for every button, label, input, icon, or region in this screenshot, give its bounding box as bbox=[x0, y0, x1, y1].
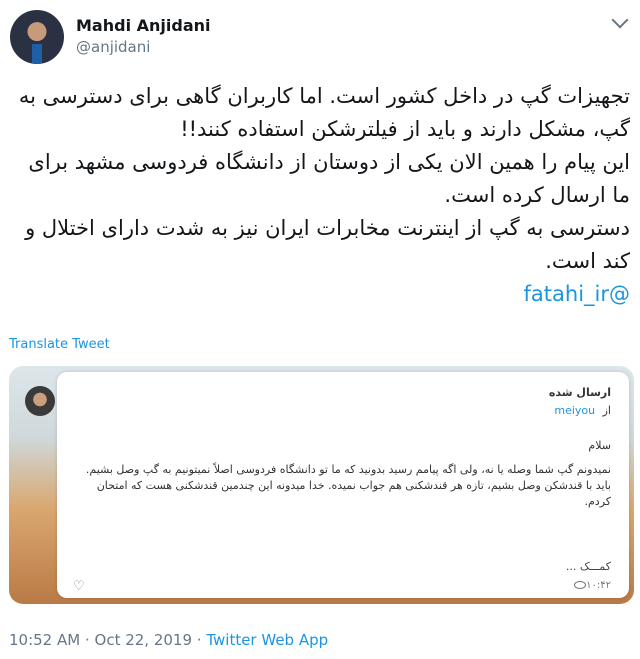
author-name[interactable]: Mahdi Anjidani bbox=[76, 16, 210, 35]
translate-tweet-link[interactable]: Translate Tweet bbox=[9, 337, 110, 352]
author-avatar[interactable] bbox=[10, 10, 64, 64]
source-link[interactable]: Twitter Web App bbox=[206, 631, 328, 649]
tweet-line: دسترسی به گپ از اینترنت مخابرات ایران نی… bbox=[25, 216, 630, 273]
tweet-meta: 10:52 AM · Oct 22, 2019 · Twitter Web Ap… bbox=[9, 631, 328, 649]
eye-icon bbox=[574, 581, 587, 589]
heart-icon: ♡ bbox=[73, 579, 85, 594]
message-time: ۱۰:۴۲ bbox=[570, 580, 611, 591]
message-body: سلام نمیدونم گپ شما وصله یا نه، ولی اگه … bbox=[81, 438, 611, 510]
from-user: meiyou bbox=[554, 404, 596, 417]
author-handle[interactable]: @anjidani bbox=[76, 38, 150, 56]
tweet-image[interactable]: ارسال شده از meiyou سلام نمیدونم گپ شما … bbox=[9, 366, 634, 604]
tweet-date[interactable]: Oct 22, 2019 bbox=[95, 631, 193, 649]
tweet-line: این پیام را همین الان یکی از دوستان از د… bbox=[28, 150, 630, 207]
tweet-line: تجهیزات گپ در داخل کشور است. اما کاربران… bbox=[18, 84, 630, 141]
separator: · bbox=[192, 631, 207, 649]
profile-photo bbox=[25, 386, 55, 416]
sent-label: ارسال شده bbox=[548, 386, 611, 399]
message-line: باید با قندشکن وصل بشیم، تازه هر قندشکنی… bbox=[96, 479, 611, 508]
tweet-time[interactable]: 10:52 AM bbox=[9, 631, 80, 649]
greeting: سلام bbox=[588, 439, 611, 452]
chevron-down-icon[interactable] bbox=[611, 11, 629, 29]
help-text: کمـــک ... bbox=[565, 560, 611, 573]
tweet-text: تجهیزات گپ در داخل کشور است. اما کاربران… bbox=[10, 80, 630, 311]
from-prefix: از bbox=[602, 404, 611, 417]
from-line: از meiyou bbox=[554, 404, 611, 417]
message-line: نمیدونم گپ شما وصله یا نه، ولی اگه پیامم… bbox=[85, 463, 611, 476]
message-time-value: ۱۰:۴۲ bbox=[586, 580, 611, 591]
separator: · bbox=[80, 631, 95, 649]
message-card: ارسال شده از meiyou سلام نمیدونم گپ شما … bbox=[57, 372, 629, 598]
mention-link[interactable]: @fatahi_ir bbox=[524, 282, 630, 306]
